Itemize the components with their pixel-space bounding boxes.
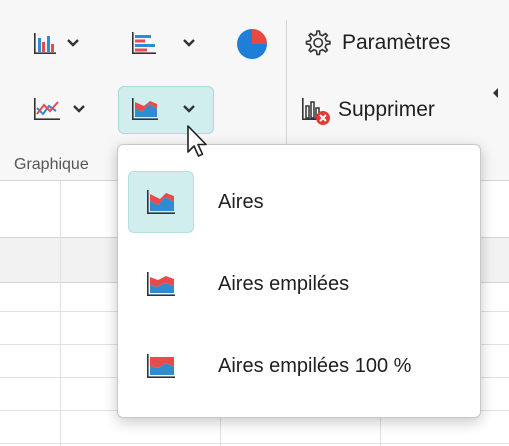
menu-item-aires-empilees-100[interactable]: Aires empilées 100 % (128, 335, 472, 397)
menu-icon-container (128, 253, 194, 315)
delete-chart-button[interactable]: Supprimer (300, 94, 435, 126)
menu-item-label: Aires empilées (218, 272, 350, 295)
menu-item-aires-empilees[interactable]: Aires empilées (128, 253, 472, 315)
collapse-arrow-icon[interactable] (490, 86, 500, 100)
chevron-down-icon (183, 105, 195, 113)
menu-icon-container (128, 335, 194, 397)
chevron-down-icon (67, 39, 79, 47)
settings-button[interactable]: Paramètres (302, 28, 451, 58)
stacked-area-chart-icon (147, 272, 175, 296)
pie-chart-button[interactable] (236, 28, 268, 60)
area-chart-dropdown: Aires Aires empilées Aires empilées 100 … (117, 144, 481, 418)
stacked-area-100-chart-icon (147, 354, 175, 378)
area-chart-button-content[interactable] (130, 96, 196, 122)
gear-icon (305, 30, 331, 56)
delete-chart-icon (302, 98, 330, 125)
area-chart-icon (147, 190, 175, 214)
menu-item-label: Aires empilées 100 % (218, 354, 412, 377)
chevron-down-icon (73, 105, 85, 113)
menu-icon-container (128, 171, 194, 233)
bar-chart-icon (132, 32, 156, 54)
ribbon-separator (286, 20, 287, 148)
settings-label: Paramètres (342, 31, 451, 54)
menu-item-aires[interactable]: Aires (128, 171, 472, 233)
group-label: Graphique (14, 156, 89, 173)
column-chart-button[interactable] (32, 30, 80, 56)
line-chart-icon (34, 98, 60, 120)
menu-item-label: Aires (218, 190, 264, 213)
grid-row-line (0, 443, 509, 444)
line-chart-button[interactable] (32, 96, 86, 122)
grid-column-line (60, 181, 61, 446)
mouse-cursor-icon (187, 125, 207, 157)
pie-chart-icon (237, 29, 267, 59)
bar-chart-button[interactable] (130, 30, 196, 56)
delete-label: Supprimer (338, 98, 435, 121)
chevron-down-icon (183, 39, 195, 47)
area-chart-icon (132, 98, 158, 120)
column-chart-icon (34, 33, 56, 54)
